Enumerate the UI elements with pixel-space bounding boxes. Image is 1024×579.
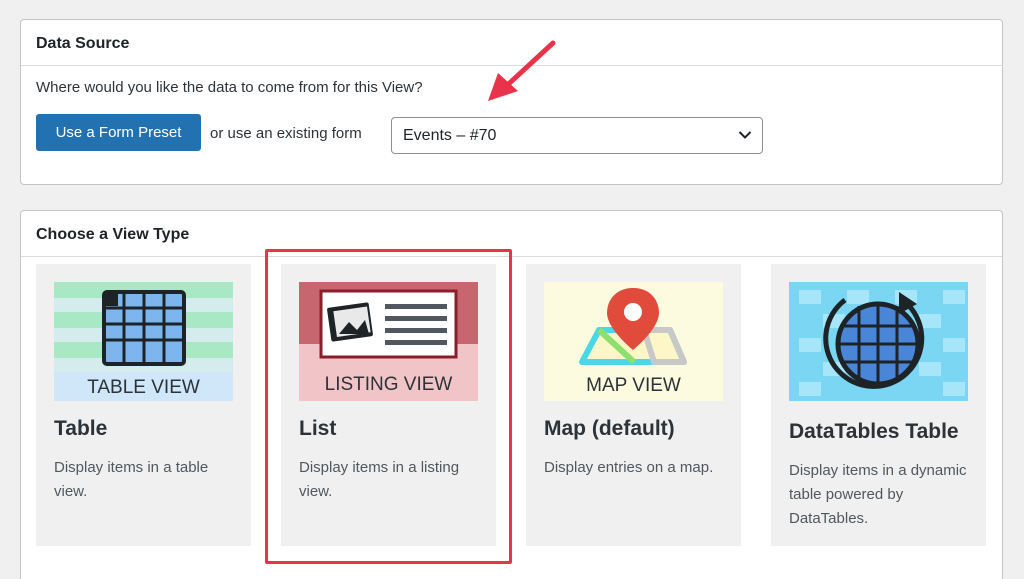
chevron-down-icon [738, 131, 752, 139]
view-type-desc-table: Display items in a table view. [54, 459, 209, 500]
map-view-thumb-label: MAP VIEW [586, 375, 681, 396]
view-type-card-list[interactable]: LISTING VIEW List Display items in a lis… [281, 264, 496, 546]
view-type-title-list: List [299, 417, 337, 440]
use-form-preset-button[interactable]: Use a Form Preset [36, 114, 201, 151]
view-type-card-map[interactable]: MAP VIEW Map (default) Display entries o… [526, 264, 741, 546]
or-existing-form-label: or use an existing form [210, 125, 362, 142]
view-type-panel: Choose a View Type TABLE VIEW Table Disp… [20, 210, 1003, 579]
view-type-desc-datatables: Display items in a dynamic table powered… [789, 462, 967, 527]
datatables-icon [789, 282, 968, 401]
view-type-title-datatables: DataTables Table [789, 420, 959, 443]
existing-form-select-value: Events – #70 [403, 127, 497, 144]
view-type-desc-map: Display entries on a map. [544, 459, 714, 476]
view-type-card-datatables[interactable]: DataTables Table Display items in a dyna… [771, 264, 986, 546]
data-source-question: Where would you like the data to come fr… [36, 79, 423, 96]
view-type-title-table: Table [54, 417, 108, 440]
listing-view-thumb-label: LISTING VIEW [325, 374, 453, 395]
view-type-desc-list: Display items in a listing view. [299, 459, 460, 500]
view-type-card-table[interactable]: TABLE VIEW Table Display items in a tabl… [36, 264, 251, 546]
listing-view-icon: LISTING VIEW [299, 282, 478, 401]
view-type-header: Choose a View Type [21, 211, 1002, 257]
table-view-thumb-label: TABLE VIEW [87, 377, 200, 398]
existing-form-select[interactable]: Events – #70 [391, 117, 763, 154]
view-type-title-map: Map (default) [544, 417, 675, 440]
annotation-arrow-icon [488, 40, 556, 101]
table-view-icon: TABLE VIEW [54, 282, 233, 401]
map-view-icon: MAP VIEW [544, 282, 723, 401]
